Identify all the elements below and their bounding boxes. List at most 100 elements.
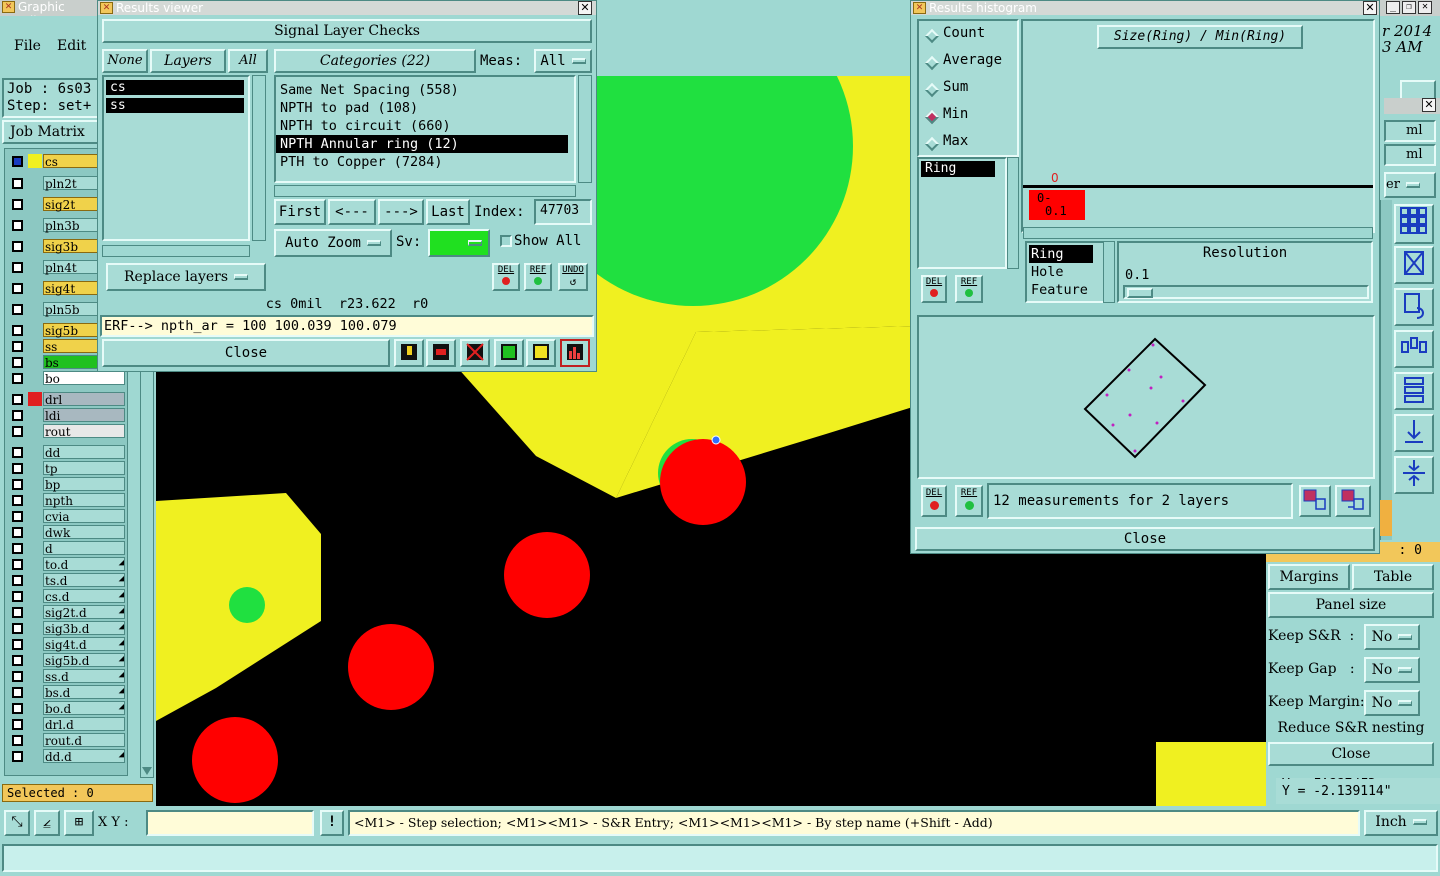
layer-row-sig3b-d[interactable]: sig3b.d ◢ — [8, 621, 126, 636]
histogram-close-button[interactable]: Close — [915, 527, 1375, 551]
layer-row-bo[interactable]: bo — [8, 371, 126, 386]
layer-row-npth[interactable]: npth — [8, 493, 126, 508]
export-result-icon[interactable] — [1335, 485, 1371, 517]
resolution-slider-thumb[interactable] — [1127, 288, 1153, 298]
layer-checkbox[interactable] — [12, 410, 23, 421]
prev-button[interactable]: <--- — [328, 199, 376, 225]
minimize-icon[interactable]: _ — [1386, 1, 1400, 14]
distribute-icon[interactable] — [1394, 330, 1434, 368]
layer-checkbox[interactable] — [12, 479, 23, 490]
hist-ref-small[interactable]: REF — [955, 275, 983, 303]
histogram-hscroll[interactable] — [1023, 227, 1373, 239]
layer-checkbox[interactable] — [12, 639, 23, 650]
layer-row-drl[interactable]: drl — [8, 392, 126, 407]
layer-checkbox[interactable] — [12, 543, 23, 554]
layer-listbox-scrollbar[interactable] — [252, 75, 266, 241]
layer-checkbox[interactable] — [12, 447, 23, 458]
auto-zoom-menu[interactable]: Auto Zoom — [274, 229, 392, 257]
last-button[interactable]: Last — [426, 199, 470, 225]
maximize-icon[interactable]: ❐ — [1402, 1, 1416, 14]
layer-row-bs-d[interactable]: bs.d ◢ — [8, 685, 126, 700]
hist-del-button[interactable]: DEL — [921, 485, 947, 517]
next-button[interactable]: ---> — [378, 199, 424, 225]
scroll-down-arrow-icon[interactable] — [142, 767, 152, 775]
numbered-icon[interactable] — [494, 339, 524, 367]
layer-row-ss-d[interactable]: ss.d ◢ — [8, 669, 126, 684]
menu-edit[interactable]: Edit — [57, 38, 86, 54]
report-icon[interactable] — [526, 339, 556, 367]
resolution-slider[interactable] — [1123, 285, 1369, 299]
hist-ref-button[interactable]: REF — [955, 485, 983, 517]
attribute-scrollbar[interactable] — [1103, 241, 1115, 303]
meas-menu[interactable]: All — [534, 49, 592, 73]
layer-checkbox[interactable] — [12, 283, 23, 294]
layer-checkbox[interactable] — [12, 671, 23, 682]
category-item[interactable]: PTH to Copper (7284) — [276, 153, 568, 171]
layer-row-dwk[interactable]: dwk — [8, 525, 126, 540]
layer-row-tp[interactable]: tp — [8, 461, 126, 476]
category-item[interactable]: NPTH to circuit (660) — [276, 117, 568, 135]
layer-checkbox[interactable] — [12, 199, 23, 210]
array-grid-icon[interactable] — [1394, 204, 1434, 244]
layer-checkbox[interactable] — [12, 220, 23, 231]
margins-button[interactable]: Margins — [1268, 564, 1350, 590]
sr-panel-close-icon[interactable]: ✕ — [1422, 98, 1436, 112]
keep-gap-menu[interactable]: No — [1364, 657, 1420, 683]
category-hscroll[interactable] — [274, 185, 576, 197]
show-all-checkbox[interactable] — [500, 235, 512, 247]
delete-step-icon[interactable] — [1394, 246, 1434, 284]
layer-row-d[interactable]: d — [8, 541, 126, 556]
layer-checkbox[interactable] — [12, 687, 23, 698]
ring-scrollbar[interactable] — [1007, 157, 1019, 269]
layer-row-sig4t-d[interactable]: sig4t.d ◢ — [8, 637, 126, 652]
align-icon[interactable] — [1394, 372, 1434, 410]
keep-sr-menu[interactable]: No — [1364, 624, 1420, 650]
layer-checkbox[interactable] — [12, 719, 23, 730]
highlight-tool-icon[interactable] — [394, 339, 424, 367]
layer-checkbox[interactable] — [12, 178, 23, 189]
erase-icon[interactable] — [460, 339, 490, 367]
mode-radio-average[interactable] — [924, 55, 940, 71]
layer-row-dd[interactable]: dd — [8, 445, 126, 460]
layer-checkbox[interactable] — [12, 495, 23, 506]
all-layers-button[interactable]: All — [228, 49, 268, 73]
ref-result-button[interactable]: REF — [524, 263, 552, 291]
ml-field-2[interactable]: ml — [1384, 144, 1436, 166]
layer-row-dd-d[interactable]: dd.d ◢ — [8, 749, 126, 764]
first-button[interactable]: First — [274, 199, 326, 225]
panel-size-button[interactable]: Panel size — [1268, 592, 1434, 618]
keep-margin-menu[interactable]: No — [1364, 690, 1420, 716]
rv-layer-item[interactable]: cs — [106, 80, 244, 95]
histogram-icon[interactable] — [560, 339, 590, 367]
reduce-nesting-label[interactable]: Reduce S&R nesting — [1268, 720, 1434, 740]
layer-row-sig5b-d[interactable]: sig5b.d ◢ — [8, 653, 126, 668]
layer-listbox-hscroll[interactable] — [102, 245, 250, 257]
table-button[interactable]: Table — [1352, 564, 1434, 590]
layer-checkbox[interactable] — [12, 591, 23, 602]
layer-row-ldi[interactable]: ldi — [8, 408, 126, 423]
categories-button[interactable]: Categories (22) — [274, 49, 476, 73]
layer-checkbox[interactable] — [12, 241, 23, 252]
layer-checkbox[interactable] — [12, 373, 23, 384]
mode-radio-count[interactable] — [924, 28, 940, 44]
compress-icon[interactable] — [1394, 456, 1434, 494]
mode-radio-sum[interactable] — [924, 82, 940, 98]
undo-result-button[interactable]: UNDO ↺ — [558, 263, 588, 291]
layer-row-to-d[interactable]: to.d ◢ — [8, 557, 126, 572]
sv-color-menu[interactable] — [428, 229, 490, 257]
attribute-listbox[interactable]: Ring Hole Feature — [1025, 241, 1107, 303]
ring-listbox[interactable]: Ring — [917, 157, 1007, 269]
results-viewer-close-button[interactable]: Close — [102, 339, 390, 367]
layer-row-ts-d[interactable]: ts.d ◢ — [8, 573, 126, 588]
layer-row-sig2t-d[interactable]: sig2t.d ◢ — [8, 605, 126, 620]
units-menu[interactable]: Inch — [1364, 810, 1438, 836]
mode-radio-min[interactable] — [924, 109, 940, 125]
attribute-item[interactable]: Ring — [1029, 245, 1093, 263]
category-item[interactable]: NPTH Annular ring (12) — [276, 135, 568, 153]
sr-close-button[interactable]: Close — [1268, 742, 1434, 766]
layer-checkbox[interactable] — [12, 575, 23, 586]
ring-list-item[interactable]: Ring — [921, 161, 995, 177]
layer-checkbox[interactable] — [12, 304, 23, 315]
mode-radio-max[interactable] — [924, 136, 940, 152]
layers-button[interactable]: Layers — [150, 49, 226, 73]
